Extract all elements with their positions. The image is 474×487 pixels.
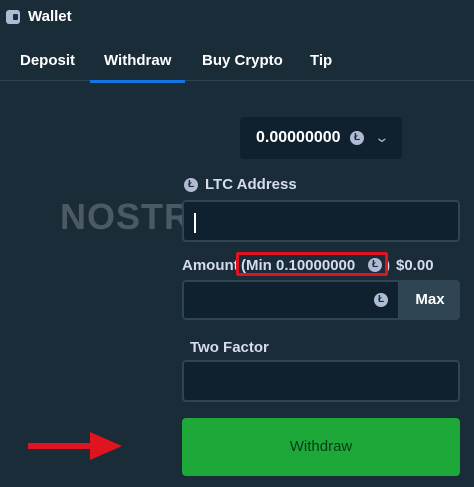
wallet-title: Wallet [28,8,72,25]
ltc-icon: Ł [184,178,198,192]
wallet-icon [6,10,20,24]
tab-withdraw[interactable]: Withdraw [89,52,186,83]
wallet-header: Wallet [0,0,474,36]
balance-value: 0.00000000 [256,129,341,146]
currency-balance-selector[interactable]: 0.00000000 Ł ⌄ [240,117,402,159]
amount-usd-value: $0.00 [396,257,434,274]
amount-label: Amount [182,257,239,274]
wallet-tabs: Deposit Withdraw Buy Crypto Tip [0,40,474,83]
minimum-highlight-box [236,252,388,276]
address-label: LTC Address [205,176,297,193]
text-caret [194,213,196,233]
withdraw-button[interactable]: Withdraw [182,418,460,476]
two-factor-input[interactable] [182,360,460,402]
tab-tip[interactable]: Tip [310,52,332,69]
red-arrow-icon [28,432,122,460]
two-factor-label: Two Factor [190,339,269,356]
chevron-down-icon: ⌄ [374,129,390,145]
ltc-icon: Ł [374,293,388,307]
address-input[interactable] [182,200,460,242]
amount-input[interactable]: Ł [182,280,400,320]
max-button[interactable]: Max [400,280,460,320]
ltc-icon: Ł [350,131,364,145]
tab-deposit[interactable]: Deposit [20,52,75,69]
tab-buy-crypto[interactable]: Buy Crypto [202,52,283,69]
